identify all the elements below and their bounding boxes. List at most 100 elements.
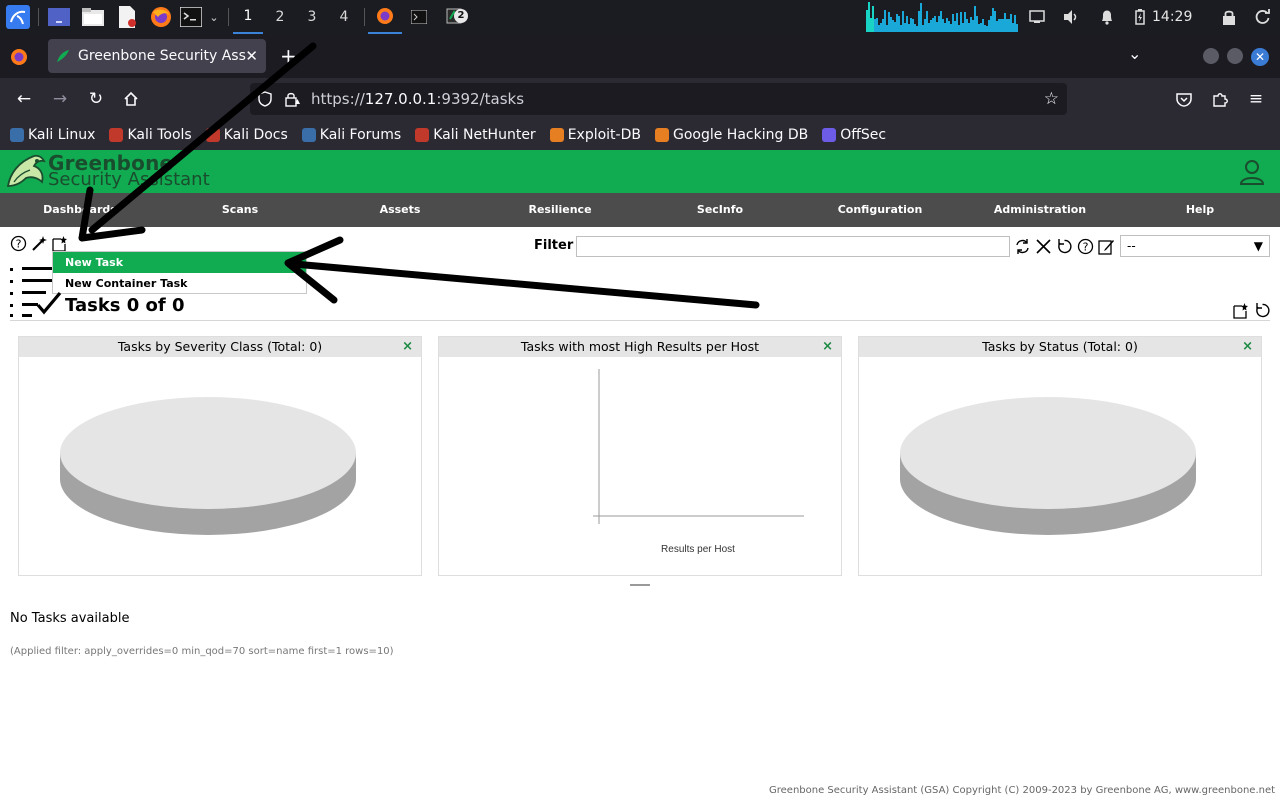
bookmark-exploit-db[interactable]: Exploit-DB — [549, 127, 641, 143]
menu-administration[interactable]: Administration — [960, 193, 1120, 227]
menu-dashboards[interactable]: Dashboards — [0, 193, 160, 227]
panel-severity-class: Tasks by Severity Class (Total: 0) × — [18, 336, 422, 576]
bookmark-label: Kali Tools — [127, 127, 192, 143]
forward-arrow-icon[interactable]: → — [48, 87, 72, 111]
dashboard-resize-handle[interactable] — [630, 584, 650, 586]
back-arrow-icon[interactable]: ← — [12, 87, 36, 111]
menu-resilience[interactable]: Resilience — [480, 193, 640, 227]
add-dashboard-display-icon[interactable] — [1232, 302, 1249, 319]
filter-select[interactable]: -- ▼ — [1120, 235, 1270, 257]
maximize-window-icon[interactable] — [1227, 48, 1243, 64]
pocket-icon[interactable] — [1172, 87, 1196, 111]
cpu-usage-graph — [866, 2, 1018, 32]
bookmark-kali-nethunter[interactable]: Kali NetHunter — [415, 127, 536, 143]
user-menu-icon[interactable] — [1238, 158, 1266, 190]
show-desktop-icon[interactable] — [46, 0, 72, 34]
clock[interactable]: 14:29 — [1152, 0, 1192, 34]
file-manager-icon[interactable] — [80, 0, 106, 34]
filter-input[interactable] — [576, 236, 1010, 257]
url-text[interactable]: https://127.0.0.1:9392/tasks — [311, 83, 524, 115]
menu-assets[interactable]: Assets — [320, 193, 480, 227]
new-task-icon[interactable] — [51, 235, 68, 252]
browser-tab-greenbone[interactable]: Greenbone Security Assistant ✕ — [48, 39, 266, 73]
bookmark-kali-tools[interactable]: Kali Tools — [109, 127, 192, 143]
close-panel-icon[interactable]: × — [402, 337, 413, 357]
url-host: 127.0.0.1 — [364, 90, 437, 108]
bookmark-favicon-icon — [205, 128, 220, 142]
launcher-chevron-down-icon[interactable]: ⌄ — [206, 0, 222, 34]
bookmark-star-icon[interactable]: ☆ — [1044, 89, 1059, 109]
menu-help[interactable]: Help — [1120, 193, 1280, 227]
menu-configuration[interactable]: Configuration — [800, 193, 960, 227]
greenbone-logo-icon[interactable] — [4, 152, 48, 196]
network-icon[interactable] — [1026, 0, 1048, 34]
bookmark-google-hacking-db[interactable]: Google Hacking DB — [654, 127, 808, 143]
reset-to-default-filter-icon[interactable] — [1056, 238, 1073, 255]
kali-menu-icon[interactable] — [4, 0, 32, 34]
logo-subtitle: Security Assistant — [48, 169, 210, 190]
lock-warning-icon[interactable] — [284, 91, 300, 111]
panel-title: Tasks by Severity Class (Total: 0) — [117, 339, 323, 354]
workspace-4[interactable]: 4 — [329, 0, 359, 34]
firefox-view-icon[interactable] — [10, 48, 28, 70]
home-icon[interactable] — [119, 87, 143, 111]
empty-state-message: No Tasks available — [10, 611, 130, 626]
power-menu-icon[interactable] — [1252, 0, 1274, 34]
battery-icon[interactable] — [1130, 0, 1150, 34]
bookmark-label: Exploit-DB — [567, 127, 641, 143]
close-window-icon[interactable]: ✕ — [1251, 48, 1269, 66]
text-editor-icon[interactable] — [114, 0, 140, 34]
taskbar-terminal-window[interactable] — [404, 0, 434, 34]
lock-screen-icon[interactable] — [1218, 0, 1240, 34]
menu-item-new-task[interactable]: New Task — [53, 252, 306, 273]
workspace-1[interactable]: 1 — [233, 0, 263, 34]
high-results-bar-chart: Results per Host — [593, 369, 804, 555]
menu-secinfo[interactable]: SecInfo — [640, 193, 800, 227]
panel-header[interactable]: Tasks by Severity Class (Total: 0) × — [19, 337, 421, 357]
close-panel-icon[interactable]: × — [1242, 337, 1253, 357]
menu-scans[interactable]: Scans — [160, 193, 320, 227]
notifications-bell-icon[interactable] — [1096, 0, 1118, 34]
severity-pie-chart — [60, 397, 356, 535]
taskbar-greenbone-window[interactable]: 2 — [440, 0, 470, 34]
hamburger-menu-icon[interactable]: ≡ — [1244, 87, 1268, 111]
reset-dashboard-icon[interactable] — [1254, 302, 1271, 319]
firefox-launcher-icon[interactable] — [148, 0, 174, 34]
workspace-3[interactable]: 3 — [297, 0, 327, 34]
list-all-tabs-chevron-icon[interactable]: ⌄ — [1128, 44, 1141, 63]
volume-icon[interactable] — [1060, 0, 1082, 34]
shield-icon[interactable] — [258, 91, 272, 111]
panel-header[interactable]: Tasks with most High Results per Host × — [439, 337, 841, 357]
taskbar-firefox-window[interactable] — [368, 0, 402, 34]
edit-filter-icon[interactable] — [1098, 238, 1115, 255]
svg-text:?: ? — [1083, 241, 1089, 254]
bookmark-offsec[interactable]: OffSec — [822, 127, 886, 143]
workspace-2[interactable]: 2 — [265, 0, 295, 34]
bookmark-kali-docs[interactable]: Kali Docs — [205, 127, 288, 143]
panel-high-results-per-host: Tasks with most High Results per Host × … — [438, 336, 842, 576]
filter-help-icon[interactable]: ? — [1077, 238, 1094, 255]
bookmark-kali-forums[interactable]: Kali Forums — [301, 127, 401, 143]
close-panel-icon[interactable]: × — [822, 337, 833, 357]
help-icon[interactable]: ? — [10, 235, 27, 252]
minimize-window-icon[interactable] — [1203, 48, 1219, 64]
footer-copyright: Greenbone Security Assistant (GSA) Copyr… — [769, 785, 1276, 796]
desktop-taskbar: ⌄ 1 2 3 4 2 14:29 — [0, 0, 1280, 34]
terminal-launcher-icon[interactable] — [178, 0, 204, 34]
reset-filter-icon[interactable] — [1035, 238, 1052, 255]
browser-navigation-bar: ← → ↻ https://127.0.0.1:9392/tasks ☆ ≡ — [0, 78, 1280, 120]
status-pie-chart — [900, 397, 1196, 535]
new-tab-plus-icon[interactable]: + — [280, 44, 297, 68]
refresh-filter-icon[interactable] — [1014, 238, 1031, 255]
greenbone-favicon-icon — [57, 50, 69, 62]
extensions-puzzle-icon[interactable] — [1208, 87, 1232, 111]
filter-label: Filter — [534, 238, 574, 253]
menu-item-new-container-task[interactable]: New Container Task — [53, 273, 306, 294]
url-bar[interactable]: https://127.0.0.1:9392/tasks ☆ — [250, 83, 1067, 115]
task-wizard-icon[interactable] — [31, 235, 48, 252]
bookmark-kali-linux[interactable]: Kali Linux — [10, 127, 95, 143]
reload-icon[interactable]: ↻ — [84, 87, 108, 111]
panel-tasks-by-status: Tasks by Status (Total: 0) × — [858, 336, 1262, 576]
close-tab-icon[interactable]: ✕ — [245, 47, 258, 65]
panel-header[interactable]: Tasks by Status (Total: 0) × — [859, 337, 1261, 357]
